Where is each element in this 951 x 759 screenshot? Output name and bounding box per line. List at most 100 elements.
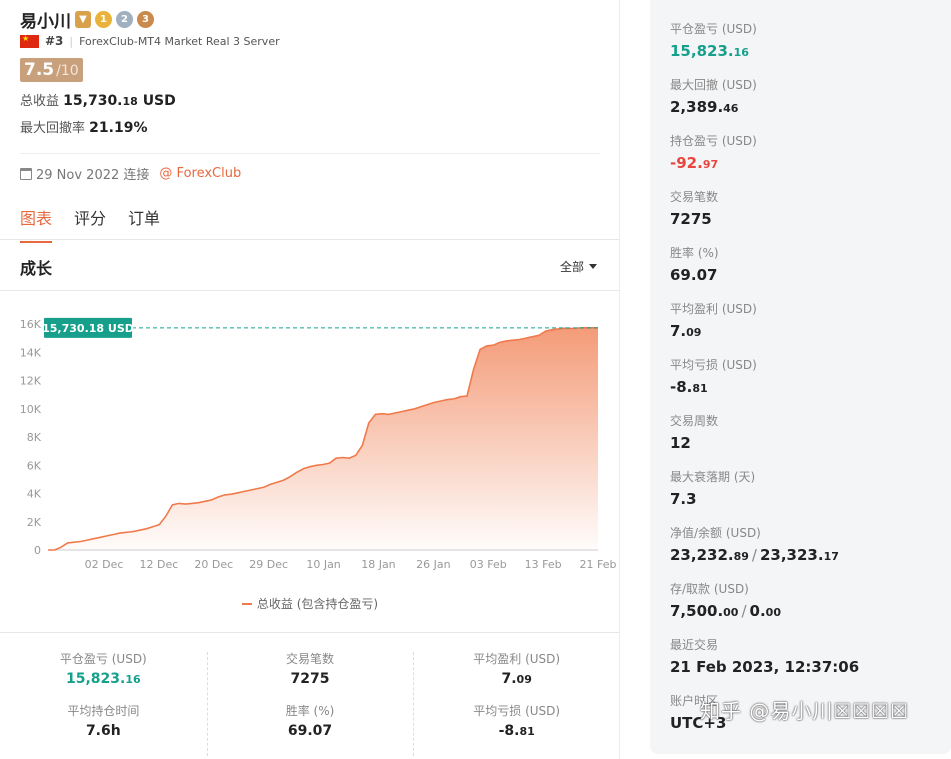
score-max: /10 xyxy=(56,63,79,79)
x-tick-label: 18 Jan xyxy=(361,558,395,571)
sidebar-stat-dec2: 00 xyxy=(765,606,781,619)
sidebar-stat-main2: 0. xyxy=(749,602,766,620)
sidebar-stat-label: 最大回撤 (USD) xyxy=(670,78,757,92)
trophy-icon: ▼ xyxy=(75,10,91,28)
x-tick-label: 12 Dec xyxy=(139,558,178,571)
stat-value-main: 7. xyxy=(501,671,517,687)
sidebar-stat: 净值/余额 (USD) 23,232.89/23,323.17 xyxy=(670,524,951,580)
legend-swatch xyxy=(241,603,252,605)
last-value-label: 15,730.18 USD xyxy=(42,322,134,335)
sidebar-stat-value: 7.09 xyxy=(670,322,951,340)
stat-value: 7275 xyxy=(207,671,414,687)
sidebar-stat-value: -92.97 xyxy=(670,154,951,172)
slash-divider: / xyxy=(741,602,747,620)
growth-area xyxy=(48,327,598,550)
y-tick-label: 0 xyxy=(34,544,41,557)
stat-value-main: 7275 xyxy=(290,671,330,687)
divider: | xyxy=(69,34,74,48)
left-panel: 易小川 ▼ 1 2 3 #3 | ForexClub-MT4 Market Re… xyxy=(0,0,620,759)
sidebar-stat-label: 平均盈利 (USD) xyxy=(670,302,757,316)
sidebar-stat-value: 21 Feb 2023, 12:37:06 xyxy=(670,658,951,676)
chart-legend: 总收益 (包含持仓盈亏) xyxy=(0,595,620,612)
score-value: 7.5 xyxy=(24,60,55,80)
score-badge: 7.5 /10 xyxy=(20,58,83,82)
y-tick-label: 4K xyxy=(27,488,42,501)
sidebar-stat-main: 21 Feb 2023, 12:37:06 xyxy=(670,658,860,676)
stat-item: 平仓盈亏 (USD) 15,823.16 xyxy=(0,650,207,702)
sidebar-stat-value: 7.3 xyxy=(670,490,951,508)
sidebar-stat-label: 交易周数 xyxy=(670,414,719,428)
stat-value-dec: 81 xyxy=(519,725,535,738)
x-tick-label: 03 Feb xyxy=(470,558,507,571)
y-tick-label: 12K xyxy=(20,375,42,388)
sidebar-stat-label: 最大衰落期 (天) xyxy=(670,470,756,484)
tab-rating[interactable]: 评分 xyxy=(74,205,106,243)
total-profit: 总收益 15,730.18 USD xyxy=(20,90,280,109)
trader-header: 易小川 ▼ 1 2 3 #3 | ForexClub-MT4 Market Re… xyxy=(20,6,280,136)
gold-medal-icon: 1 xyxy=(95,10,112,28)
connected-date: 29 Nov 2022 xyxy=(36,168,120,183)
sidebar-stat-main: 23,232. xyxy=(670,546,734,564)
stat-label: 平仓盈亏 (USD) xyxy=(59,652,147,666)
caret-down-icon xyxy=(589,264,597,269)
tab-orders[interactable]: 订单 xyxy=(128,205,160,243)
sidebar-stat-label: 平均亏损 (USD) xyxy=(670,358,757,372)
stat-label: 平均盈利 (USD) xyxy=(473,652,561,666)
stat-column: 平均盈利 (USD) 7.09 平均亏损 (USD) -8.81 xyxy=(413,650,620,756)
sidebar-stat-dec: 97 xyxy=(702,158,719,171)
x-tick-label: 20 Dec xyxy=(194,558,233,571)
sidebar-stat-dec: 00 xyxy=(723,606,739,619)
bronze-medal-icon: 3 xyxy=(137,10,154,28)
sidebar-stat-value: 23,232.89/23,323.17 xyxy=(670,546,951,564)
range-filter-label: 全部 xyxy=(559,260,584,274)
sidebar-stat: 交易笔数 7275 xyxy=(670,188,951,244)
watermark: 知乎 @易小川☒☒☒☒ xyxy=(700,699,910,723)
sidebar-stat-label: 胜率 (%) xyxy=(670,246,719,260)
sidebar-stat-dec: 81 xyxy=(692,382,708,395)
sidebar-stat: 持仓盈亏 (USD) -92.97 xyxy=(670,132,951,188)
stat-item: 交易笔数 7275 xyxy=(207,650,414,702)
sidebar-stat-main: 69.07 xyxy=(670,266,718,284)
stat-item: 平均亏损 (USD) -8.81 xyxy=(413,702,620,754)
tab-bar: 图表 评分 订单 xyxy=(20,205,160,243)
sidebar-stat-value: 7,500.00/0.00 xyxy=(670,602,951,620)
tab-chart[interactable]: 图表 xyxy=(20,205,53,243)
stat-value: 69.07 xyxy=(207,723,414,739)
x-tick-label: 26 Jan xyxy=(416,558,450,571)
sidebar-stat-main: 7,500. xyxy=(670,602,724,620)
server-name: ForexClub-MT4 Market Real 3 Server xyxy=(79,34,280,48)
sidebar-stat-dec2: 17 xyxy=(823,550,839,563)
connected-label: 连接 xyxy=(123,168,150,183)
stat-item: 平均持仓时间 7.6h xyxy=(0,702,207,754)
stat-item: 胜率 (%) 69.07 xyxy=(207,702,414,754)
range-filter-dropdown[interactable]: 全部 xyxy=(560,258,597,275)
sidebar-stat-main: 7.3 xyxy=(670,490,697,508)
sidebar-stat: 最大衰落期 (天) 7.3 xyxy=(670,468,951,524)
stat-value-main: 7.6h xyxy=(85,723,121,739)
stat-column: 平仓盈亏 (USD) 15,823.16 平均持仓时间 7.6h xyxy=(0,650,207,754)
broker-link[interactable]: @ ForexClub xyxy=(159,166,241,181)
stat-value: 15,823.16 xyxy=(0,671,207,687)
sidebar-stat: 交易周数 12 xyxy=(670,412,951,468)
section-title: 成长 xyxy=(20,259,53,278)
x-tick-label: 10 Jan xyxy=(306,558,340,571)
total-profit-dec: 18 xyxy=(122,95,138,108)
china-flag-icon xyxy=(20,34,39,48)
stat-value-main: 15,823. xyxy=(66,671,126,687)
sidebar-stat-main: 12 xyxy=(670,434,691,452)
sidebar-stat: 平均亏损 (USD) -8.81 xyxy=(670,356,951,412)
total-profit-unit: USD xyxy=(142,93,176,109)
sidebar-stat: 平仓盈亏 (USD) 15,823.16 xyxy=(670,20,951,76)
sidebar-stat-main: 7275 xyxy=(670,210,712,228)
growth-chart: 0 2K 4K 6K 8K 10K 12K 14K 16K 02 Dec 12 Dec 20 Dec 2… xyxy=(20,317,616,571)
max-drawdown-label: 最大回撤率 xyxy=(20,121,86,136)
sidebar-stat: 最大回撤 (USD) 2,389.46 xyxy=(670,76,951,132)
sidebar-stat: 胜率 (%) 69.07 xyxy=(670,244,951,300)
connected-info: 29 Nov 2022 连接 xyxy=(20,164,149,183)
sidebar-stat-value: 69.07 xyxy=(670,266,951,284)
y-tick-label: 6K xyxy=(27,459,42,472)
stats-sidebar: 平仓盈亏 (USD) 15,823.16 最大回撤 (USD) 2,389.46 持仓盈… xyxy=(650,0,951,754)
sidebar-stat-main: -92. xyxy=(670,154,703,172)
page: 易小川 ▼ 1 2 3 #3 | ForexClub-MT4 Market Re… xyxy=(0,0,951,759)
y-tick-label: 16K xyxy=(20,318,42,331)
